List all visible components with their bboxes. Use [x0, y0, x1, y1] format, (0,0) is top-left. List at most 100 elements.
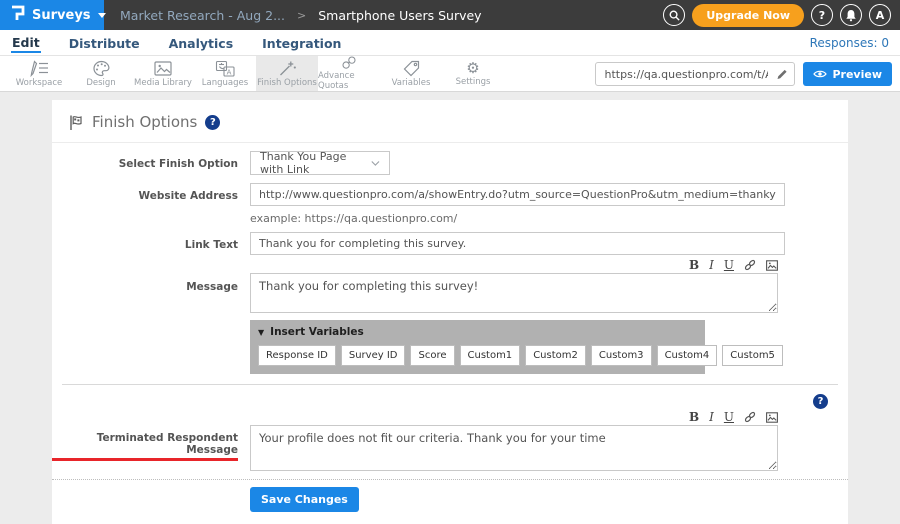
chevron-down-icon — [371, 160, 380, 167]
italic-button[interactable]: I — [709, 411, 714, 423]
insert-image-button[interactable] — [766, 412, 778, 423]
website-address-input[interactable] — [250, 183, 785, 206]
terminated-help-button[interactable]: ? — [813, 394, 828, 409]
toolbar-item-languages[interactable]: A Languages — [194, 56, 256, 91]
notifications-button[interactable] — [840, 4, 862, 26]
toolbar-item-label: Advance Quotas — [318, 71, 380, 91]
select-finish-option-row: Select Finish Option Thank You Page with… — [52, 151, 848, 175]
toolbar-item-workspace[interactable]: Workspace — [8, 56, 70, 91]
website-address-field-group: example: https://qa.questionpro.com/ — [250, 183, 785, 225]
toolbar-item-label: Languages — [202, 78, 248, 88]
terminated-message-label-text: Terminated Respondent Message — [52, 432, 238, 461]
italic-button[interactable]: I — [709, 259, 714, 271]
preview-button[interactable]: Preview — [803, 62, 892, 86]
toolbar-item-label: Design — [86, 78, 115, 88]
variable-button-response-id[interactable]: Response ID — [258, 345, 336, 366]
insert-variables-toggle[interactable]: ▼ Insert Variables — [258, 326, 697, 338]
underline-button[interactable]: U — [724, 259, 734, 271]
upgrade-now-button[interactable]: Upgrade Now — [692, 4, 804, 27]
bell-icon — [845, 9, 857, 22]
surveys-product-menu[interactable]: Surveys — [0, 0, 104, 30]
page-title: Finish Options — [92, 113, 197, 131]
breadcrumb-separator: > — [297, 9, 306, 22]
responses-count[interactable]: Responses: 0 — [810, 36, 889, 50]
terminated-message-textarea[interactable]: Your profile does not fit our criteria. … — [250, 425, 778, 471]
terminated-message-label: Terminated Respondent Message — [52, 411, 250, 474]
link-text-input[interactable] — [250, 232, 785, 255]
toolbar-item-design[interactable]: Design — [70, 56, 132, 91]
tab-analytics[interactable]: Analytics — [168, 34, 235, 52]
insert-variables-panel: ▼ Insert Variables Response ID Survey ID… — [250, 320, 705, 374]
insert-variables-title: Insert Variables — [270, 326, 364, 338]
main-content: Finish Options ? Select Finish Option Th… — [0, 92, 900, 492]
chevron-down-icon — [98, 13, 106, 18]
gear-icon: ⚙ — [466, 60, 479, 76]
finish-options-help-button[interactable]: ? — [205, 115, 220, 130]
finish-option-select[interactable]: Thank You Page with Link — [250, 151, 390, 175]
bold-button[interactable]: B — [689, 411, 699, 423]
terminated-richtext-toolbar: B I U — [250, 411, 778, 423]
breadcrumb-folder[interactable]: Market Research - Aug 2... — [120, 8, 285, 23]
variable-button-score[interactable]: Score — [410, 345, 454, 366]
save-row: Save Changes — [52, 480, 848, 514]
image-icon — [766, 260, 778, 271]
toolbar-right: Preview — [595, 62, 892, 86]
terminated-help-row: ? — [52, 385, 848, 411]
toolbar-item-variables[interactable]: Variables — [380, 56, 442, 91]
website-address-label: Website Address — [52, 183, 250, 225]
tab-distribute[interactable]: Distribute — [68, 34, 141, 52]
toolbar-item-advance-quotas[interactable]: Advance Quotas — [318, 56, 380, 91]
variable-button-custom3[interactable]: Custom3 — [591, 345, 652, 366]
survey-nav-tabs: Edit Distribute Analytics Integration Re… — [0, 30, 900, 55]
toolbar-item-settings[interactable]: ⚙ Settings — [442, 56, 504, 91]
terminated-field-group: B I U Your profile does not fit our crit… — [250, 411, 778, 474]
bold-button[interactable]: B — [689, 259, 699, 271]
variable-button-custom4[interactable]: Custom4 — [657, 345, 718, 366]
website-address-row: Website Address example: https://qa.ques… — [52, 183, 848, 225]
link-button[interactable] — [744, 411, 756, 423]
survey-url-input[interactable] — [596, 68, 770, 81]
variable-button-survey-id[interactable]: Survey ID — [341, 345, 406, 366]
finish-option-selected-value: Thank You Page with Link — [260, 150, 371, 176]
toolbar-item-media-library[interactable]: Media Library — [132, 56, 194, 91]
toolbar-item-label: Media Library — [134, 78, 192, 88]
message-row: Message B I U Thank you for completing t… — [52, 259, 848, 316]
toolbar-item-label: Variables — [392, 78, 431, 88]
image-icon — [766, 412, 778, 423]
message-field-group: B I U Thank you for completing this surv… — [250, 259, 778, 316]
save-changes-button[interactable]: Save Changes — [250, 487, 359, 512]
variable-button-custom2[interactable]: Custom2 — [525, 345, 586, 366]
link-text-row: Link Text — [52, 232, 848, 255]
underline-button[interactable]: U — [724, 411, 734, 423]
tab-integration[interactable]: Integration — [261, 34, 342, 52]
insert-image-button[interactable] — [766, 260, 778, 271]
survey-url-box — [595, 62, 795, 86]
avatar[interactable]: A — [869, 4, 891, 26]
topbar-actions: Upgrade Now ? A — [663, 4, 900, 27]
select-finish-option-label: Select Finish Option — [52, 151, 250, 175]
edit-url-button[interactable] — [770, 68, 794, 80]
finish-options-card: Finish Options ? Select Finish Option Th… — [52, 100, 848, 524]
tab-edit[interactable]: Edit — [11, 33, 41, 53]
finish-options-form: Select Finish Option Thank You Page with… — [52, 143, 848, 514]
svg-text:A: A — [227, 68, 232, 76]
help-button[interactable]: ? — [811, 4, 833, 26]
link-button[interactable] — [744, 259, 756, 271]
toolbar-item-label: Settings — [456, 77, 491, 87]
questionpro-logo-icon — [10, 4, 25, 26]
toolbar-item-label: Workspace — [16, 78, 62, 88]
message-richtext-toolbar: B I U — [250, 259, 778, 271]
link-text-label: Link Text — [52, 232, 250, 255]
variable-button-custom1[interactable]: Custom1 — [460, 345, 521, 366]
toolbar-item-finish-options[interactable]: Finish Options — [256, 56, 318, 91]
search-button[interactable] — [663, 4, 685, 26]
top-bar: Surveys Market Research - Aug 2... > Sma… — [0, 0, 900, 30]
message-textarea[interactable]: Thank you for completing this survey! — [250, 273, 778, 313]
preview-label: Preview — [832, 68, 882, 81]
variable-button-custom5[interactable]: Custom5 — [722, 345, 783, 366]
workspace-icon — [29, 60, 50, 77]
caret-down-icon: ▼ — [258, 328, 264, 337]
search-icon — [668, 9, 681, 22]
toolbar-item-label: Finish Options — [257, 78, 317, 88]
eye-icon — [813, 69, 827, 79]
